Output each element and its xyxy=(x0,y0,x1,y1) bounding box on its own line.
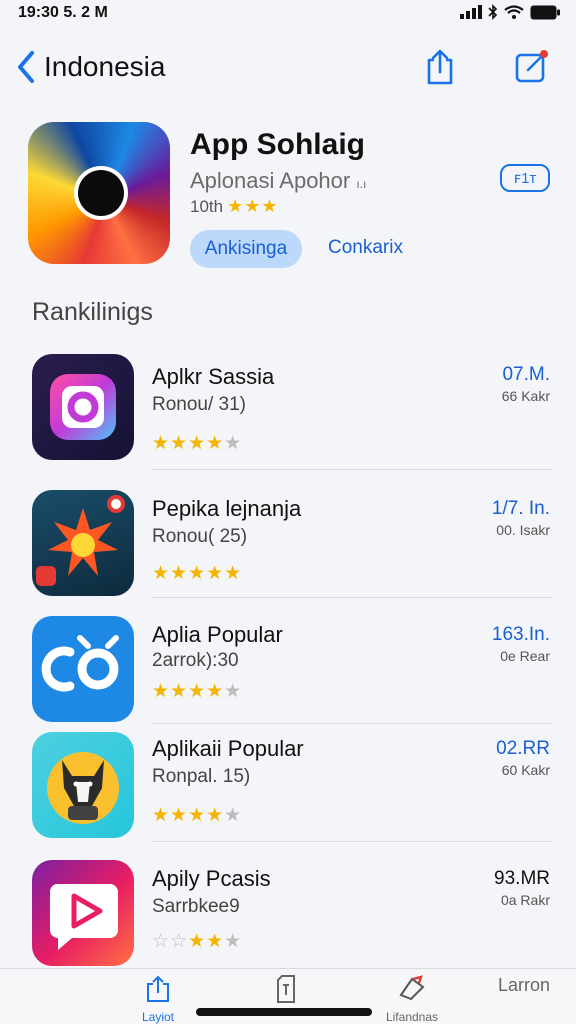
compose-icon xyxy=(515,50,548,83)
app-icon-burst xyxy=(32,490,134,596)
app-size-unit: 60 Kakr xyxy=(501,762,550,778)
app-rating-stars: ★★★★★ xyxy=(152,805,243,826)
document-tab-icon xyxy=(277,975,295,1003)
tab-label: Layiot xyxy=(141,1010,175,1024)
divider xyxy=(152,597,552,598)
app-icon-camera xyxy=(32,354,134,460)
app-list-item[interactable]: Aplkr Sassia Ronou/ 31) ★★★★★ 07.M. 66 K… xyxy=(0,350,576,470)
app-size-unit: 0e Rear xyxy=(500,648,550,664)
tab-larron[interactable]: Larron xyxy=(484,975,564,996)
back-button[interactable]: Indonesia xyxy=(16,50,165,84)
signal-icon xyxy=(460,5,482,19)
hero-app-icon[interactable] xyxy=(28,122,170,264)
app-size-unit: 0a Rakr xyxy=(500,892,550,908)
app-icon-play xyxy=(32,860,134,966)
divider xyxy=(152,841,552,842)
camera-logo-icon xyxy=(50,374,116,440)
app-size: 1/7. In. xyxy=(491,498,550,519)
hero-badge-button[interactable]: ꜰ1ᴛ xyxy=(500,164,550,192)
wolf-logo-icon xyxy=(47,752,119,824)
app-name: Pepika lejnanja xyxy=(152,496,302,521)
app-name: Aplkr Sassia xyxy=(152,364,275,389)
hero-subtitle-text: Aplonasi Apohor xyxy=(190,168,351,193)
app-list-item[interactable]: Aplia Popular 2arrok):30 ★★★★★ 163.In. 0… xyxy=(0,604,576,724)
app-rating-stars: ☆☆★★★ xyxy=(152,931,243,952)
share-tab-icon xyxy=(147,975,169,1002)
app-icon-glasses xyxy=(32,616,134,722)
contact-link[interactable]: Conkarix xyxy=(328,237,403,259)
app-name: Aplia Popular xyxy=(152,622,283,647)
app-rating-stars: ★★★★★ xyxy=(152,433,243,454)
burst-logo-icon xyxy=(36,495,125,586)
share-icon xyxy=(427,49,453,85)
app-subtitle: Sarrbkee9 xyxy=(152,896,240,917)
share-button[interactable] xyxy=(424,48,456,91)
app-subtitle: Ronou( 25) xyxy=(152,526,248,547)
app-size: 07.M. xyxy=(502,364,550,385)
app-name: Apily Pcasis xyxy=(152,866,271,891)
app-subtitle: 2arrok):30 xyxy=(152,650,239,671)
chevron-left-icon xyxy=(18,51,34,83)
glasses-logo-icon xyxy=(41,635,119,692)
tab-document[interactable] xyxy=(246,975,326,1010)
app-list-item[interactable]: Apily Pcasis Sarrbkee9 ☆☆★★★ 93.MR 0a Ra… xyxy=(0,852,576,972)
app-list-item[interactable]: Aplikaii Popular Ronpal. 15) ★★★★★ 02.RR… xyxy=(0,722,576,842)
app-size: 163.In. xyxy=(491,624,550,645)
app-icon-wolf xyxy=(32,732,134,838)
app-rating-stars: ★★★★★ xyxy=(152,563,243,584)
hero-subtitle-badge: ı.ı xyxy=(356,177,367,191)
battery-icon xyxy=(530,5,560,19)
app-logo-center xyxy=(78,170,124,216)
divider xyxy=(152,469,552,470)
status-time: 19:30 5. 2 M xyxy=(18,4,108,21)
status-icons xyxy=(460,4,560,20)
app-name: Aplikaii Popular xyxy=(152,736,304,761)
search-tab-icon: Larron xyxy=(497,975,551,995)
hero-meta: 10th ★★★ xyxy=(190,196,279,217)
app-rating-stars: ★★★★★ xyxy=(152,681,243,702)
wifi-icon xyxy=(504,4,524,19)
bluetooth-icon xyxy=(488,4,498,20)
get-button[interactable]: Ankisinga xyxy=(190,230,302,268)
hero-meta-text: 10th xyxy=(190,196,224,216)
hero-app-subtitle: Aplonasi Apohor ı.ı xyxy=(190,168,366,194)
app-size: 93.MR xyxy=(494,868,550,889)
hero-rating-stars: ★★★ xyxy=(227,196,279,216)
back-label: Indonesia xyxy=(44,51,166,82)
hero-app-title: App Sohlaig xyxy=(190,128,365,161)
app-subtitle: Ronpal. 15) xyxy=(152,766,251,787)
edit-button[interactable] xyxy=(514,48,550,89)
app-list-item[interactable]: Pepika lejnanja Ronou( 25) ★★★★★ 1/7. In… xyxy=(0,478,576,598)
nav-bar: Indonesia xyxy=(0,44,576,96)
app-subtitle: Ronou/ 31) xyxy=(152,394,247,415)
app-size: 02.RR xyxy=(496,738,550,759)
tab-lifandnas[interactable]: Lifandnas xyxy=(372,975,452,1024)
tab-label: Lifandnas xyxy=(385,1010,439,1024)
section-title: Rankilinigs xyxy=(32,298,153,326)
app-size-unit: 00. Isakr xyxy=(496,522,550,538)
games-tab-icon xyxy=(399,975,425,1001)
home-indicator xyxy=(196,1008,372,1016)
status-bar: 19:30 5. 2 M xyxy=(0,0,576,30)
app-size-unit: 66 Kakr xyxy=(501,388,550,404)
play-logo-icon xyxy=(49,884,118,950)
tab-layiot[interactable]: Layiot xyxy=(118,975,198,1024)
